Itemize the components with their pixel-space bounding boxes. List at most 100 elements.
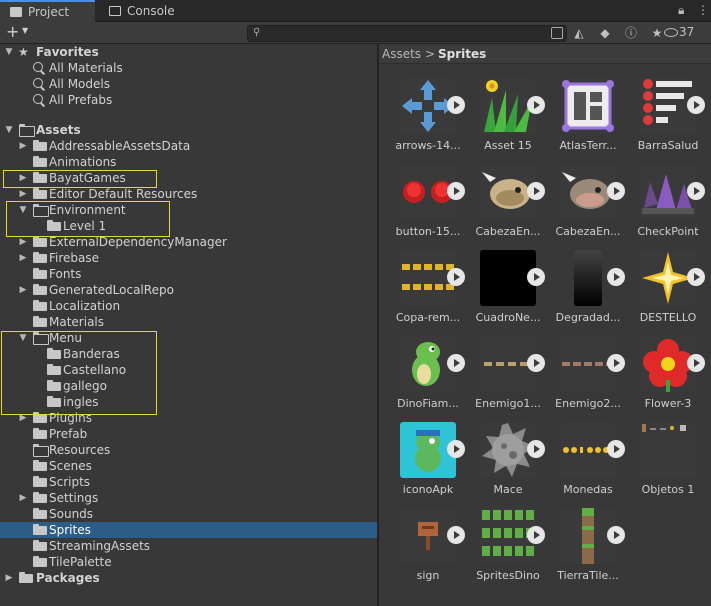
asset-name: DESTELLO — [639, 311, 697, 324]
collapse-arrow-icon[interactable]: ▶ — [18, 141, 28, 151]
search-input[interactable]: ⚲ — [247, 25, 567, 42]
chevron-down-icon[interactable]: ▼ — [22, 26, 28, 35]
tree-label: GeneratedLocalRepo — [49, 283, 174, 297]
tree-folder-editor-default-resources[interactable]: ▶ Editor Default Resources — [0, 186, 377, 202]
folder-icon — [33, 492, 47, 503]
tree-label: Assets — [36, 123, 81, 137]
asset-tile[interactable]: Enemigo1... — [463, 336, 545, 422]
tree-folder-scripts[interactable]: Scripts — [0, 474, 377, 490]
objects-sprite-icon — [640, 422, 696, 478]
asset-tile[interactable]: Mace — [463, 422, 545, 508]
collapse-arrow-icon[interactable]: ▶ — [18, 253, 28, 263]
tree-folder-generatedlocalrepo[interactable]: ▶ GeneratedLocalRepo — [0, 282, 377, 298]
asset-name: Flower-3 — [644, 397, 692, 410]
console-icon — [109, 6, 121, 16]
asset-tile[interactable]: TierraTile... — [543, 508, 625, 594]
collapse-arrow-icon[interactable]: ▶ — [18, 493, 28, 503]
tree-folder-animations[interactable]: Animations — [0, 154, 377, 170]
favorite-star-icon[interactable]: ★ — [649, 25, 665, 41]
info-icon[interactable]: ⓘ — [623, 25, 639, 41]
asset-tile[interactable]: Objetos 1 — [623, 422, 703, 508]
filter-by-label-icon[interactable]: ◆ — [597, 25, 613, 41]
asset-tile[interactable]: AtlasTerr... — [543, 78, 623, 164]
asset-name: Copa-rem... — [395, 311, 461, 324]
asset-tile[interactable]: BarraSalud — [623, 78, 705, 164]
asset-tile[interactable]: DinoFiam... — [383, 336, 465, 422]
search-icon — [33, 78, 45, 90]
favorite-item[interactable]: All Models — [0, 76, 377, 92]
search-icon — [33, 62, 45, 74]
tree-folder-scenes[interactable]: Scenes — [0, 458, 377, 474]
expand-sprite-button[interactable] — [687, 182, 705, 200]
tree-folder-sprites[interactable]: Sprites — [0, 522, 377, 538]
asset-name: Asset 15 — [484, 139, 532, 152]
tree-folder-localization[interactable]: Localization — [0, 298, 377, 314]
asset-name: CabezaEn... — [475, 225, 541, 238]
tree-packages[interactable]: ▶ Packages — [0, 570, 377, 586]
tree-label: Fonts — [49, 267, 82, 281]
asset-tile[interactable]: Copa-rem... — [383, 250, 465, 336]
tree-folder-addressableassetsdata[interactable]: ▶ AddressableAssetsData — [0, 138, 377, 154]
asset-tile[interactable]: CheckPoint — [623, 164, 705, 250]
tab-project[interactable]: Project — [0, 0, 95, 22]
tree-folder-prefab[interactable]: Prefab — [0, 426, 377, 442]
expand-arrow-icon[interactable]: ▼ — [4, 125, 14, 135]
create-button[interactable]: + — [6, 23, 19, 41]
tree-folder-materials[interactable]: Materials — [0, 314, 377, 330]
tab-console[interactable]: Console — [99, 0, 189, 22]
folder-icon — [33, 556, 47, 567]
favorite-item[interactable]: All Prefabs — [0, 92, 377, 108]
expand-sprite-button[interactable] — [687, 354, 705, 372]
asset-tile[interactable]: CabezaEn... — [543, 164, 625, 250]
asset-tile[interactable]: Monedas — [543, 422, 625, 508]
collapse-arrow-icon[interactable]: ▶ — [18, 285, 28, 295]
collapse-arrow-icon[interactable]: ▶ — [18, 189, 28, 199]
asset-tile[interactable]: iconoApk — [383, 422, 465, 508]
asset-tile[interactable]: CabezaEn... — [463, 164, 545, 250]
asset-tile[interactable]: arrows-14... — [383, 78, 465, 164]
tree-folder-resources[interactable]: Resources — [0, 442, 377, 458]
breadcrumb-assets[interactable]: Assets — [382, 47, 421, 61]
asset-tile[interactable]: Enemigo2... — [543, 336, 625, 422]
tree-favorites[interactable]: ▼ ★ Favorites — [0, 44, 377, 60]
expand-sprite-button[interactable] — [607, 526, 625, 544]
asset-tile[interactable]: SpritesDino — [463, 508, 545, 594]
tab-bar: Project Console 🔒︎ ⋮ — [0, 0, 711, 22]
hidden-packages-icon[interactable] — [664, 28, 678, 37]
asset-browser: Assets > Sprites arrows-14... Asset 15 A… — [379, 44, 711, 606]
search-by-type-icon[interactable] — [551, 27, 563, 39]
tree-assets[interactable]: ▼ Assets — [0, 122, 377, 138]
folder-icon — [33, 300, 47, 311]
tree-label: ExternalDependencyManager — [49, 235, 227, 249]
tree-folder-settings[interactable]: ▶ Settings — [0, 490, 377, 506]
expand-arrow-icon[interactable]: ▼ — [4, 47, 14, 57]
tree-folder-sounds[interactable]: Sounds — [0, 506, 377, 522]
asset-tile[interactable]: Flower-3 — [623, 336, 705, 422]
expand-sprite-button[interactable] — [687, 268, 705, 286]
collapse-arrow-icon[interactable]: ▶ — [18, 237, 28, 247]
filter-by-type-icon[interactable]: ◭ — [571, 25, 587, 41]
asset-name: BarraSalud — [637, 139, 699, 152]
asset-tile[interactable]: CuadroNe... — [463, 250, 545, 336]
tree-folder-streamingassets[interactable]: StreamingAssets — [0, 538, 377, 554]
asset-tile[interactable]: button-15... — [383, 164, 465, 250]
atlas-icon — [560, 78, 616, 134]
tree-folder-tilepalette[interactable]: TilePalette — [0, 554, 377, 570]
lock-icon[interactable]: 🔒︎ — [678, 3, 684, 18]
asset-tile[interactable]: DESTELLO — [623, 250, 705, 336]
favorite-item[interactable]: All Materials — [0, 60, 377, 76]
tree-label: Scripts — [49, 475, 91, 489]
folder-icon — [33, 252, 47, 263]
more-options-icon[interactable]: ⋮ — [697, 3, 709, 17]
tree-label: Editor Default Resources — [49, 187, 198, 201]
tree-folder-firebase[interactable]: ▶ Firebase — [0, 250, 377, 266]
asset-tile[interactable]: Asset 15 — [463, 78, 545, 164]
tree-folder-fonts[interactable]: Fonts — [0, 266, 377, 282]
expand-sprite-button[interactable] — [687, 96, 705, 114]
asset-tile[interactable]: Degradad... — [543, 250, 625, 336]
breadcrumb-sprites[interactable]: Sprites — [438, 47, 486, 61]
breadcrumb-separator: > — [425, 47, 436, 61]
highlight-box — [1, 331, 157, 415]
asset-tile[interactable]: sign — [383, 508, 465, 594]
collapse-arrow-icon[interactable]: ▶ — [4, 573, 14, 583]
